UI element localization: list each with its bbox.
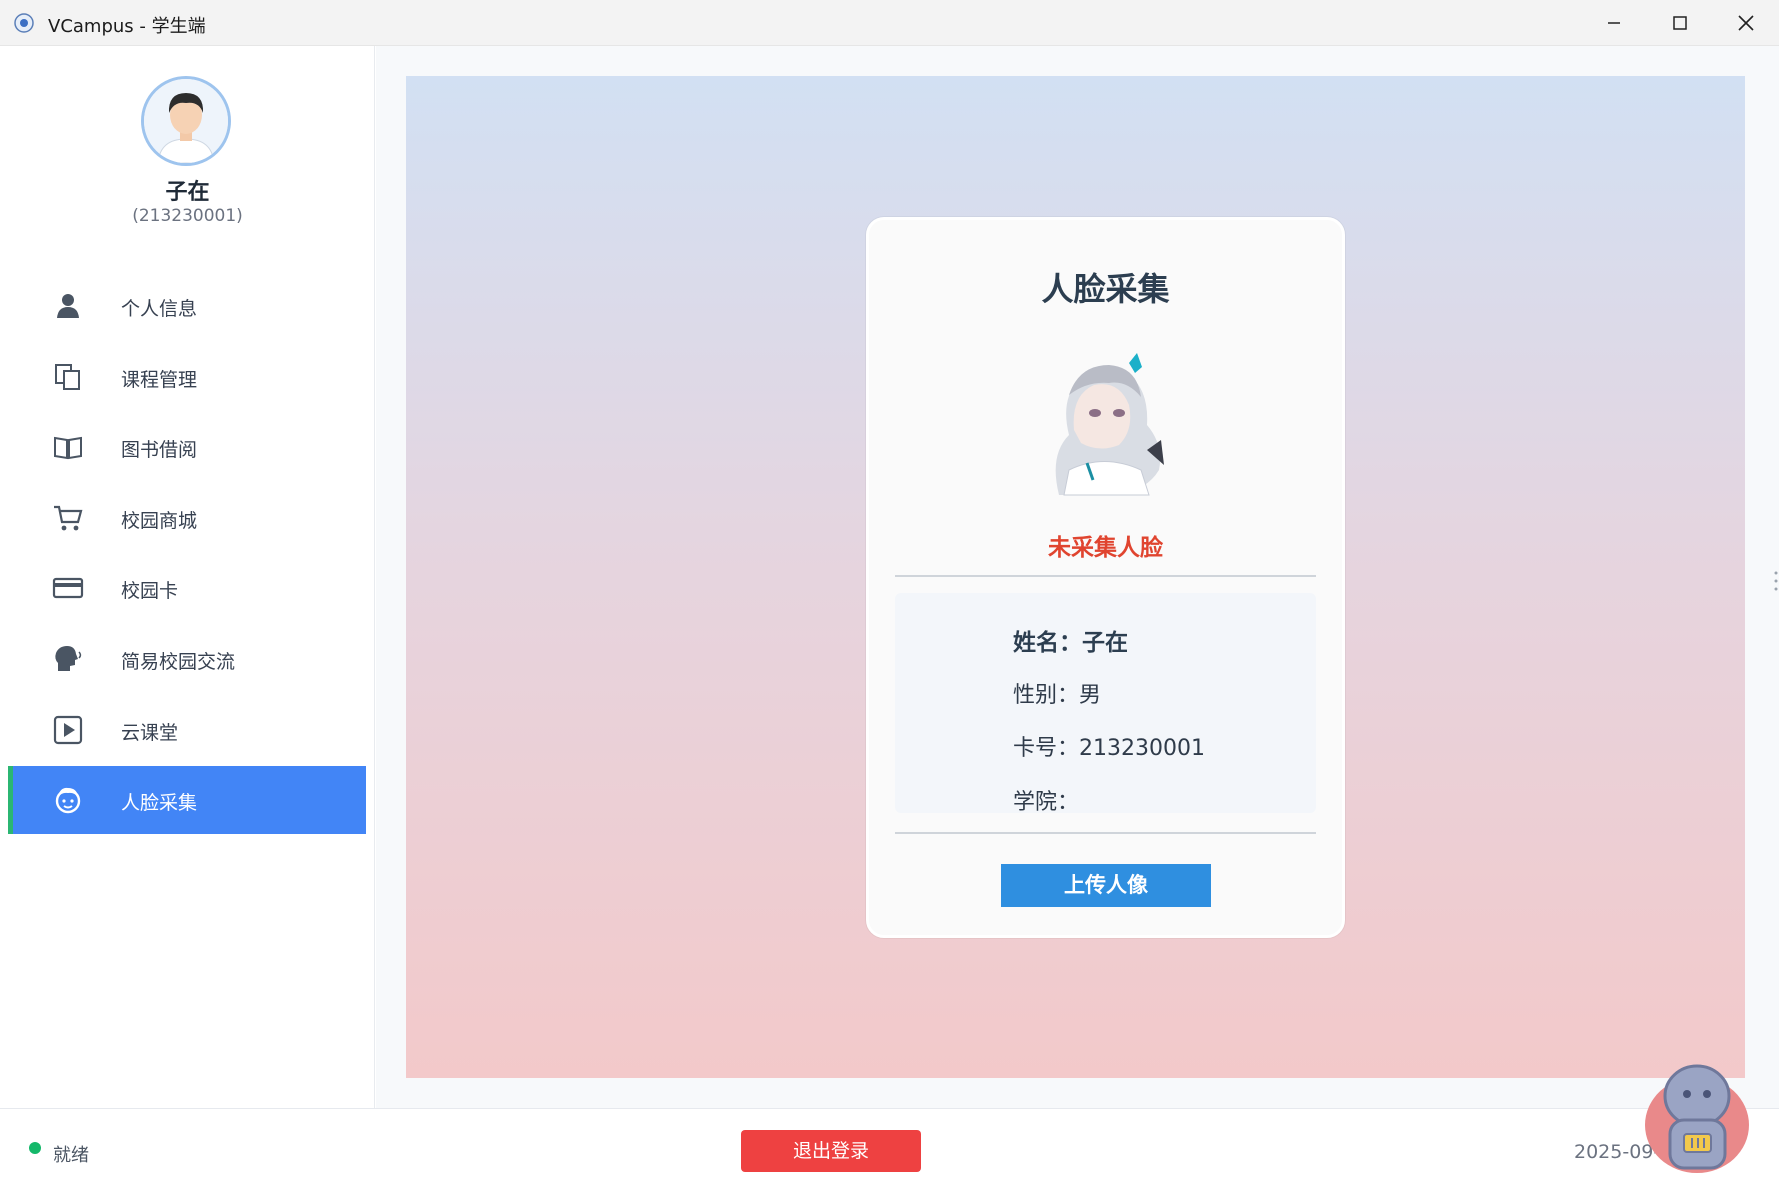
open-book-icon bbox=[54, 437, 82, 460]
card-icon bbox=[52, 578, 84, 599]
sidebar-item-label: 校园卡 bbox=[121, 580, 179, 603]
minimize-icon bbox=[1608, 22, 1620, 24]
sidebar-item-label: 课程管理 bbox=[121, 368, 198, 391]
sidebar-item-label: 个人信息 bbox=[121, 298, 198, 320]
sidebar-item-cloud-class[interactable]: 云课堂 bbox=[8, 696, 366, 764]
face-portrait-image bbox=[1055, 353, 1164, 496]
play-icon bbox=[53, 715, 83, 744]
shopping-cart-icon bbox=[54, 505, 83, 531]
sidebar-item-label: 校园商城 bbox=[121, 509, 198, 532]
sidebar-item-personal-info[interactable]: 个人信息 bbox=[8, 272, 366, 340]
sidebar-item-label: 图书借阅 bbox=[121, 439, 198, 462]
copy-icon bbox=[55, 363, 80, 390]
chat-head-icon bbox=[55, 645, 82, 671]
app-icon bbox=[14, 13, 34, 33]
sidebar-item-campus-chat[interactable]: 简易校园交流 bbox=[8, 625, 366, 693]
window-title: VCampus - 学生端 bbox=[48, 16, 206, 37]
sidebar-item-face-capture[interactable]: 人脸采集 bbox=[8, 766, 366, 835]
student-card-number: 卡号：213230001 bbox=[1013, 736, 1205, 761]
ready-indicator-icon bbox=[29, 1142, 41, 1154]
maximize-button[interactable] bbox=[1648, 0, 1712, 46]
divider bbox=[895, 575, 1316, 577]
sidebar-item-campus-card[interactable]: 校园卡 bbox=[8, 554, 366, 622]
divider bbox=[895, 832, 1316, 834]
sidebar-item-campus-store[interactable]: 校园商城 bbox=[8, 484, 366, 552]
user-avatar-icon bbox=[144, 79, 228, 163]
sidebar-nav: 个人信息 课程管理 图书借阅 校园商城 校园卡 简易校园交流 云课堂 人脸采集 bbox=[8, 272, 366, 837]
sidebar-item-label: 简易校园交流 bbox=[121, 650, 236, 673]
person-icon bbox=[57, 294, 79, 318]
face-icon bbox=[55, 788, 81, 814]
main-content: 人脸采集 未采集人脸 姓名：子在 性别：男 卡号：213230001 学院： 上… bbox=[376, 46, 1779, 1108]
gradient-panel: 人脸采集 未采集人脸 姓名：子在 性别：男 卡号：213230001 学院： 上… bbox=[406, 76, 1745, 1078]
face-status: 未采集人脸 bbox=[1048, 535, 1163, 561]
status-bar: 就绪 退出登录 2025-09-2 bbox=[0, 1108, 1779, 1190]
close-icon bbox=[1738, 15, 1754, 31]
sidebar-item-course-management[interactable]: 课程管理 bbox=[8, 343, 366, 411]
student-name: 姓名：子在 bbox=[1013, 630, 1128, 656]
maximize-icon bbox=[1673, 16, 1687, 30]
card-title: 人脸采集 bbox=[1041, 270, 1170, 308]
student-gender: 性别：男 bbox=[1013, 683, 1102, 708]
status-text: 就绪 bbox=[53, 1145, 89, 1166]
user-id: (213230001) bbox=[132, 206, 243, 226]
upload-portrait-button[interactable]: 上传人像 bbox=[1001, 864, 1211, 907]
minimize-button[interactable] bbox=[1582, 0, 1646, 46]
sidebar-item-label: 人脸采集 bbox=[121, 792, 198, 815]
robot-mascot-icon[interactable] bbox=[1640, 1050, 1755, 1175]
splitter-handle-icon[interactable] bbox=[1774, 570, 1778, 592]
user-name: 子在 bbox=[165, 180, 210, 205]
title-bar: VCampus - 学生端 bbox=[0, 0, 1779, 46]
close-button[interactable] bbox=[1714, 0, 1778, 46]
face-capture-card: 人脸采集 未采集人脸 姓名：子在 性别：男 卡号：213230001 学院： 上… bbox=[866, 217, 1345, 938]
student-info-box: 姓名：子在 性别：男 卡号：213230001 学院： bbox=[895, 593, 1316, 815]
logout-button[interactable]: 退出登录 bbox=[741, 1130, 921, 1172]
sidebar-item-library[interactable]: 图书借阅 bbox=[8, 413, 366, 481]
user-avatar bbox=[141, 76, 231, 166]
student-college: 学院： bbox=[1013, 790, 1080, 815]
sidebar: 子在 (213230001) 个人信息 课程管理 图书借阅 校园商城 校园卡 简… bbox=[0, 46, 375, 1108]
sidebar-item-label: 云课堂 bbox=[121, 721, 179, 744]
